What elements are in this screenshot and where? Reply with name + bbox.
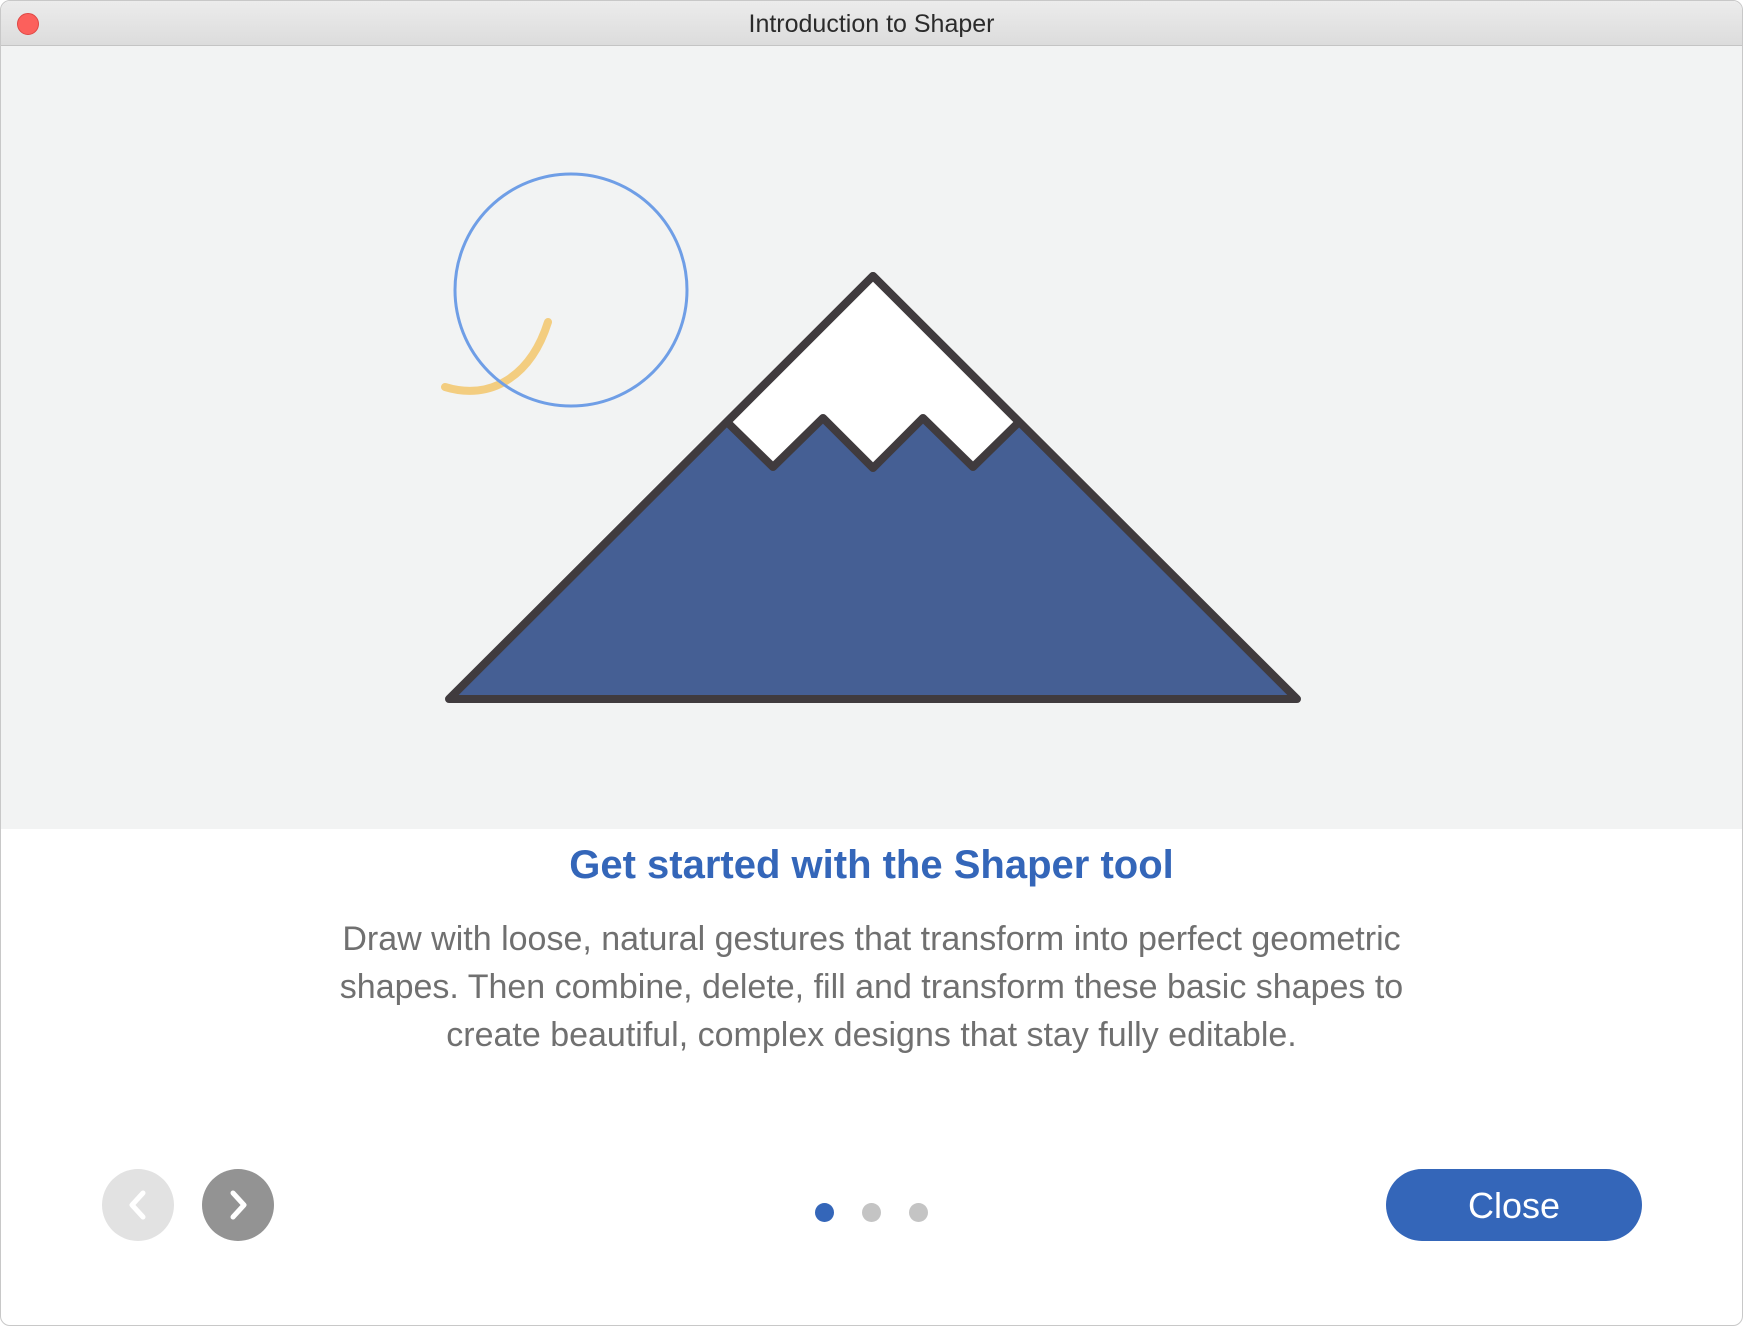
dialog-description: Draw with loose, natural gestures that t…: [339, 920, 1404, 1054]
title-bar: Introduction to Shaper: [1, 1, 1742, 46]
snow-cap-shape: [723, 272, 1023, 472]
page-dot-2[interactable]: [862, 1203, 881, 1222]
page-dot-1[interactable]: [815, 1203, 834, 1222]
close-button[interactable]: Close: [1386, 1169, 1642, 1241]
dialog-window: Introduction to Shaper Get started with …: [0, 0, 1743, 1326]
mountain-illustration: [441, 172, 1301, 703]
dialog-heading: Get started with the Shaper tool: [569, 843, 1174, 887]
sun-circle: [453, 172, 689, 408]
page-dot-3[interactable]: [909, 1203, 928, 1222]
illustration-panel: [1, 46, 1742, 829]
window-title: Introduction to Shaper: [748, 10, 995, 38]
